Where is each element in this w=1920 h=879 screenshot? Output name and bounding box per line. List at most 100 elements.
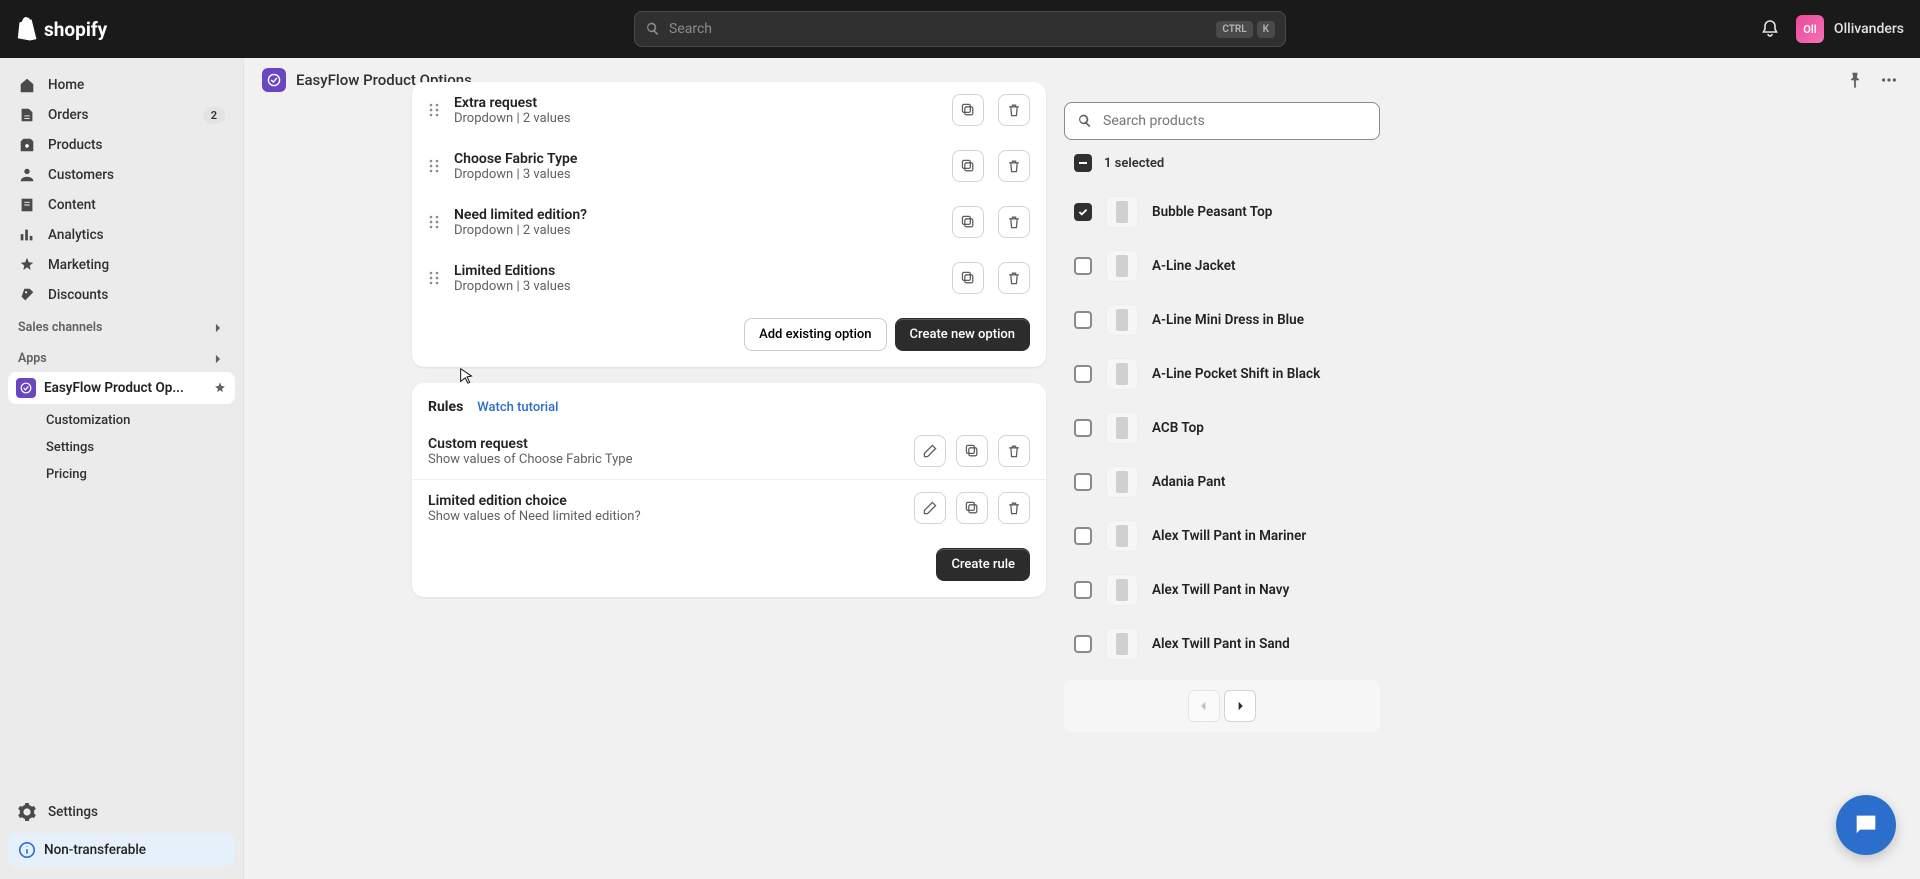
option-row: Limited EditionsDropdown | 3 values xyxy=(412,250,1046,306)
sidebar-settings[interactable]: Settings xyxy=(8,797,235,827)
delete-button[interactable] xyxy=(998,435,1030,467)
pin-page-icon[interactable] xyxy=(1842,67,1868,93)
sidebar-item-discounts[interactable]: Discounts xyxy=(8,280,235,310)
app-badge xyxy=(262,68,286,92)
product-thumbnail xyxy=(1106,520,1138,552)
nav-icon xyxy=(18,76,36,94)
notifications-icon[interactable] xyxy=(1760,19,1780,39)
product-search[interactable] xyxy=(1064,102,1380,140)
pin-icon[interactable] xyxy=(213,381,227,395)
sidebar-app-label: EasyFlow Product Op... xyxy=(44,380,205,396)
delete-button[interactable] xyxy=(998,150,1030,182)
delete-button[interactable] xyxy=(998,262,1030,294)
main: EasyFlow Product Options Extra requestDr… xyxy=(244,58,1920,879)
search-icon xyxy=(645,21,661,37)
option-title: Need limited edition? xyxy=(454,207,938,223)
product-item[interactable]: Alex Twill Pant in Navy xyxy=(1064,564,1380,616)
sidebar-sub-pricing[interactable]: Pricing xyxy=(38,462,235,487)
sidebar-item-orders[interactable]: Orders2 xyxy=(8,100,235,130)
product-name: A-Line Mini Dress in Blue xyxy=(1152,312,1304,328)
product-checkbox[interactable] xyxy=(1074,581,1092,599)
product-name: Alex Twill Pant in Sand xyxy=(1152,636,1290,652)
sidebar-sub-settings[interactable]: Settings xyxy=(38,435,235,460)
product-thumbnail xyxy=(1106,466,1138,498)
duplicate-button[interactable] xyxy=(956,492,988,524)
shopify-logo[interactable]: shopify xyxy=(16,17,107,41)
drag-handle-icon[interactable] xyxy=(428,270,440,286)
sidebar: HomeOrders2ProductsCustomersContentAnaly… xyxy=(0,58,244,879)
product-checkbox[interactable] xyxy=(1074,311,1092,329)
product-checkbox[interactable] xyxy=(1074,419,1092,437)
duplicate-button[interactable] xyxy=(956,435,988,467)
global-search[interactable]: CTRL K xyxy=(634,11,1286,47)
option-meta: Dropdown | 2 values xyxy=(454,223,938,238)
rules-card: Rules Watch tutorial Custom requestShow … xyxy=(412,383,1046,597)
product-item[interactable]: Alex Twill Pant in Sand xyxy=(1064,618,1380,670)
sidebar-item-marketing[interactable]: Marketing xyxy=(8,250,235,280)
next-page-button[interactable] xyxy=(1224,690,1256,722)
sidebar-item-content[interactable]: Content xyxy=(8,190,235,220)
option-row: Need limited edition?Dropdown | 2 values xyxy=(412,194,1046,250)
sidebar-item-products[interactable]: Products xyxy=(8,130,235,160)
more-icon[interactable] xyxy=(1876,67,1902,93)
add-existing-option-button[interactable]: Add existing option xyxy=(744,318,886,351)
product-item[interactable]: A-Line Mini Dress in Blue xyxy=(1064,294,1380,346)
sidebar-item-home[interactable]: Home xyxy=(8,70,235,100)
selection-summary[interactable]: 1 selected xyxy=(1064,140,1380,186)
drag-handle-icon[interactable] xyxy=(428,102,440,118)
product-item[interactable]: Bubble Peasant Top xyxy=(1064,186,1380,238)
nav-icon xyxy=(18,106,36,124)
watch-tutorial-link[interactable]: Watch tutorial xyxy=(477,400,558,415)
sidebar-item-analytics[interactable]: Analytics xyxy=(8,220,235,250)
drag-handle-icon[interactable] xyxy=(428,158,440,174)
prev-page-button[interactable] xyxy=(1188,690,1220,722)
product-name: Bubble Peasant Top xyxy=(1152,204,1272,220)
chat-fab[interactable] xyxy=(1836,795,1896,855)
product-name: A-Line Jacket xyxy=(1152,258,1236,274)
product-name: ACB Top xyxy=(1152,420,1204,436)
product-search-input[interactable] xyxy=(1103,113,1367,129)
sidebar-sub-customization[interactable]: Customization xyxy=(38,408,235,433)
options-card: Extra requestDropdown | 2 valuesChoose F… xyxy=(412,82,1046,367)
search-input[interactable] xyxy=(669,21,1208,37)
delete-button[interactable] xyxy=(998,206,1030,238)
product-thumbnail xyxy=(1106,196,1138,228)
user-menu[interactable]: Oll Ollivanders xyxy=(1796,15,1904,43)
product-item[interactable]: A-Line Pocket Shift in Black xyxy=(1064,348,1380,400)
indeterminate-checkbox[interactable] xyxy=(1074,154,1092,172)
product-checkbox[interactable] xyxy=(1074,635,1092,653)
create-new-option-button[interactable]: Create new option xyxy=(895,318,1030,351)
apps-heading[interactable]: Apps xyxy=(8,341,235,372)
duplicate-button[interactable] xyxy=(952,150,984,182)
drag-handle-icon[interactable] xyxy=(428,214,440,230)
nav-icon xyxy=(18,166,36,184)
product-checkbox[interactable] xyxy=(1074,257,1092,275)
rule-title: Limited edition choice xyxy=(428,493,904,509)
product-checkbox[interactable] xyxy=(1074,203,1092,221)
product-name: A-Line Pocket Shift in Black xyxy=(1152,366,1320,382)
product-item[interactable]: Adania Pant xyxy=(1064,456,1380,508)
duplicate-button[interactable] xyxy=(952,94,984,126)
product-name: Adania Pant xyxy=(1152,474,1225,490)
avatar: Oll xyxy=(1796,15,1824,43)
product-item[interactable]: Alex Twill Pant in Mariner xyxy=(1064,510,1380,562)
create-rule-button[interactable]: Create rule xyxy=(936,548,1030,581)
delete-button[interactable] xyxy=(998,492,1030,524)
product-thumbnail xyxy=(1106,628,1138,660)
edit-button[interactable] xyxy=(914,435,946,467)
product-checkbox[interactable] xyxy=(1074,527,1092,545)
product-checkbox[interactable] xyxy=(1074,473,1092,491)
option-row: Choose Fabric TypeDropdown | 3 values xyxy=(412,138,1046,194)
product-item[interactable]: ACB Top xyxy=(1064,402,1380,454)
product-checkbox[interactable] xyxy=(1074,365,1092,383)
duplicate-button[interactable] xyxy=(952,206,984,238)
non-transferable-banner[interactable]: Non-transferable xyxy=(8,833,235,867)
edit-button[interactable] xyxy=(914,492,946,524)
sales-channels-heading[interactable]: Sales channels xyxy=(8,310,235,341)
sidebar-app-easyflow[interactable]: EasyFlow Product Op... xyxy=(8,372,235,404)
nav-icon xyxy=(18,226,36,244)
sidebar-item-customers[interactable]: Customers xyxy=(8,160,235,190)
duplicate-button[interactable] xyxy=(952,262,984,294)
delete-button[interactable] xyxy=(998,94,1030,126)
product-item[interactable]: A-Line Jacket xyxy=(1064,240,1380,292)
